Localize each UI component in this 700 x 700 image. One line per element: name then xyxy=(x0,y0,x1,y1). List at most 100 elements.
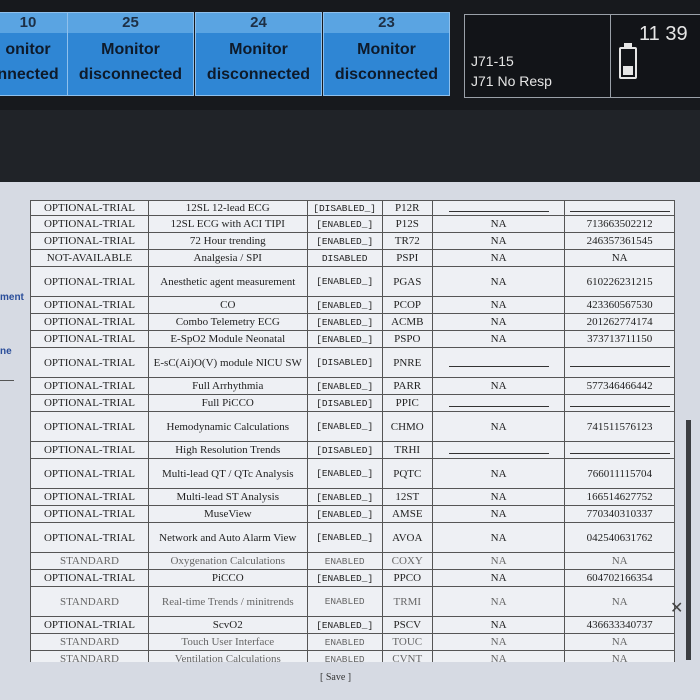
state-cell[interactable]: [ENABLED_] xyxy=(306,330,383,348)
state-cell[interactable]: [ENABLED_] xyxy=(306,377,383,395)
status-cell: OPTIONAL-TRIAL xyxy=(30,296,149,314)
table-row[interactable]: OPTIONAL-TRIAL Multi-lead QT / QTc Analys… xyxy=(30,458,675,489)
state-cell[interactable]: [ENABLED_] xyxy=(306,296,383,314)
feature-cell-text: 12SL 12-lead ECG xyxy=(185,202,270,214)
feature-cell: Touch User Interface xyxy=(147,633,308,651)
status-box[interactable]: J71-15 J71 No Resp xyxy=(464,14,612,98)
table-row[interactable]: OPTIONAL-TRIAL Network and Auto Alarm Vie… xyxy=(30,522,675,553)
state-cell[interactable]: [DISABLED] xyxy=(306,394,383,412)
table-row[interactable]: OPTIONAL-TRIAL E-sC(Ai)O(V) module NICU S… xyxy=(30,347,675,378)
table-row[interactable]: OPTIONAL-TRIAL E-SpO2 Module Neonatal [ENA… xyxy=(30,330,675,348)
table-row[interactable]: OPTIONAL-TRIAL 12SL 12-lead ECG [DISABLED_… xyxy=(30,200,675,216)
state-cell[interactable]: [ENABLED_] xyxy=(306,232,383,250)
state-cell[interactable]: [ENABLED_] xyxy=(306,616,383,634)
state-cell-text: [ENABLED_] xyxy=(316,218,374,230)
table-row[interactable]: STANDARD Real-time Trends / minitrends ENA… xyxy=(30,586,675,617)
table-row[interactable]: STANDARD Ventilation Calculations ENABLED C… xyxy=(30,650,675,662)
state-cell[interactable]: [ENABLED_] xyxy=(306,522,383,553)
state-cell[interactable]: DISABLED xyxy=(306,249,383,267)
key-cell: NA xyxy=(564,650,675,662)
state-cell[interactable]: ENABLED xyxy=(306,633,383,651)
table-row[interactable]: OPTIONAL-TRIAL ScvO2 [ENABLED_] PSCV NA 43663… xyxy=(30,616,675,634)
key-cell: NA xyxy=(564,552,675,570)
table-row[interactable]: OPTIONAL-TRIAL Combo Telemetry ECG [ENABLE… xyxy=(30,313,675,331)
code-cell-text: ACMB xyxy=(391,316,424,328)
feature-cell-text: E-sC(Ai)O(V) module NICU SW xyxy=(153,356,302,369)
table-scrollbar[interactable] xyxy=(686,420,691,660)
table-row[interactable]: OPTIONAL-TRIAL Multi-lead ST Analysis [ENA… xyxy=(30,488,675,506)
key-cell-text: 042540631762 xyxy=(586,531,653,544)
feature-cell: Hemodynamic Calculations xyxy=(147,411,308,442)
state-cell[interactable]: [ENABLED_] xyxy=(306,505,383,523)
status-cell-text: STANDARD xyxy=(59,595,119,608)
license-table-container[interactable]: OPTIONAL-TRIAL 12SL 12-lead ECG [DISABLED_… xyxy=(30,200,680,662)
save-button[interactable]: [ Save ] xyxy=(320,672,351,683)
state-cell-text: [DISABLED] xyxy=(316,444,374,456)
blank-field[interactable] xyxy=(569,356,670,367)
key-cell: 604702166354 xyxy=(564,569,675,587)
status-cell: OPTIONAL-TRIAL xyxy=(30,488,149,506)
state-cell[interactable]: [ENABLED_] xyxy=(306,313,383,331)
code-cell-text: AVOA xyxy=(392,531,423,544)
na-cell-text: NA xyxy=(490,218,507,230)
blank-field[interactable] xyxy=(448,201,549,212)
state-cell[interactable]: [DISABLED] xyxy=(306,441,383,459)
feature-cell-text: Network and Auto Alarm View xyxy=(159,531,297,544)
status-cell-text: OPTIONAL-TRIAL xyxy=(43,380,135,392)
table-row[interactable]: OPTIONAL-TRIAL CO [ENABLED_] PCOP NA 42336056… xyxy=(30,296,675,314)
code-cell-text: PNRE xyxy=(393,356,422,369)
status-cell: OPTIONAL-TRIAL xyxy=(30,616,149,634)
table-row[interactable]: OPTIONAL-TRIAL Anesthetic agent measureme… xyxy=(30,266,675,297)
table-row[interactable]: OPTIONAL-TRIAL Hemodynamic Calculations [E… xyxy=(30,411,675,442)
table-row[interactable]: OPTIONAL-TRIAL 12SL ECG with ACI TIPI [ENA… xyxy=(30,215,675,233)
state-cell[interactable]: [ENABLED_] xyxy=(306,215,383,233)
state-cell[interactable]: [ENABLED_] xyxy=(306,411,383,442)
blank-field[interactable] xyxy=(569,443,670,454)
table-row[interactable]: NOT-AVAILABLE Analgesia / SPI DISABLED PSPI… xyxy=(30,249,675,267)
code-cell: PSCV xyxy=(381,616,433,634)
status-cell-text: OPTIONAL-TRIAL xyxy=(43,619,135,631)
blank-field[interactable] xyxy=(569,201,670,212)
table-row[interactable]: OPTIONAL-TRIAL Full Arrhythmia [ENABLED_] P… xyxy=(30,377,675,395)
blank-field[interactable] xyxy=(448,356,549,367)
status-line-2: J71 No Resp xyxy=(471,73,552,89)
monitor-tile-23[interactable]: 23 Monitor disconnected xyxy=(323,12,450,96)
code-cell: 12ST xyxy=(381,488,433,506)
code-cell: PCOP xyxy=(381,296,433,314)
feature-cell: MuseView xyxy=(147,505,308,523)
state-cell-text: [DISABLED_] xyxy=(313,202,376,214)
state-cell[interactable]: [ENABLED_] xyxy=(306,488,383,506)
table-row[interactable]: OPTIONAL-TRIAL 72 Hour trending [ENABLED_]… xyxy=(30,232,675,250)
state-cell[interactable]: [ENABLED_] xyxy=(306,266,383,297)
table-row[interactable]: STANDARD Oxygenation Calculations ENABLED C… xyxy=(30,552,675,570)
monitor-tile-25[interactable]: 25 Monitor disconnected xyxy=(67,12,194,96)
status-cell: OPTIONAL-TRIAL xyxy=(30,505,149,523)
key-cell-text: NA xyxy=(611,636,628,648)
table-row[interactable]: OPTIONAL-TRIAL High Resolution Trends [DIS… xyxy=(30,441,675,459)
table-row[interactable]: OPTIONAL-TRIAL PiCCO [ENABLED_] PPCO NA 60470… xyxy=(30,569,675,587)
monitor-tile-10[interactable]: 10 onitor nnected xyxy=(0,12,68,96)
na-cell-text: NA xyxy=(490,252,507,264)
close-icon[interactable]: ✕ xyxy=(670,598,683,618)
monitor-tile-24[interactable]: 24 Monitor disconnected xyxy=(195,12,322,96)
state-cell[interactable]: ENABLED xyxy=(306,552,383,570)
blank-field[interactable] xyxy=(448,443,549,454)
state-cell[interactable]: [DISABLED_] xyxy=(306,200,383,216)
clock-box: 11 39 xyxy=(610,14,700,98)
state-cell[interactable]: ENABLED xyxy=(306,586,383,617)
table-row[interactable]: STANDARD Touch User Interface ENABLED TOUC N… xyxy=(30,633,675,651)
feature-cell-text: ScvO2 xyxy=(212,619,243,631)
state-cell-text: [ENABLED_] xyxy=(316,532,374,543)
status-cell: OPTIONAL-TRIAL xyxy=(30,522,149,553)
feature-cell: Network and Auto Alarm View xyxy=(147,522,308,553)
state-cell[interactable]: [ENABLED_] xyxy=(306,569,383,587)
table-row[interactable]: OPTIONAL-TRIAL MuseView [ENABLED_] AMSE NA 77… xyxy=(30,505,675,523)
state-cell[interactable]: [DISABLED] xyxy=(306,347,383,378)
state-cell-text: [ENABLED_] xyxy=(316,619,374,631)
blank-field[interactable] xyxy=(569,396,670,407)
table-row[interactable]: OPTIONAL-TRIAL Full PiCCO [DISABLED] PPIC xyxy=(30,394,675,412)
feature-cell: Anesthetic agent measurement xyxy=(147,266,308,297)
state-cell[interactable]: ENABLED xyxy=(306,650,383,662)
state-cell[interactable]: [ENABLED_] xyxy=(306,458,383,489)
blank-field[interactable] xyxy=(448,396,549,407)
